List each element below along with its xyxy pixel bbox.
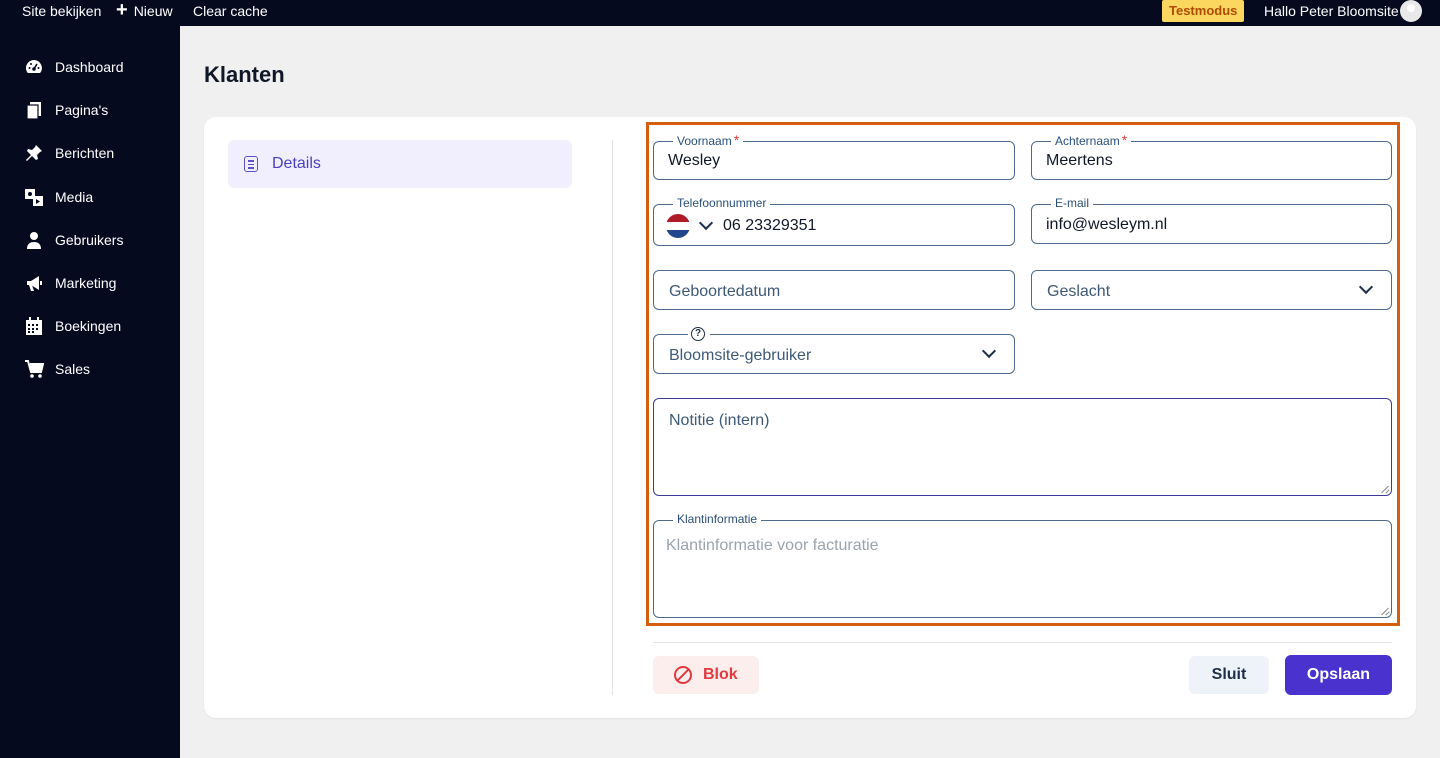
sidebar-item-label: Dashboard bbox=[55, 59, 124, 75]
sidebar-item-posts[interactable]: Berichten bbox=[0, 135, 180, 171]
block-icon bbox=[674, 666, 692, 684]
megaphone-icon bbox=[27, 276, 42, 291]
avatar[interactable] bbox=[1400, 0, 1422, 22]
view-site-link[interactable]: Site bekijken bbox=[22, 0, 101, 26]
sidebar-item-label: Media bbox=[55, 189, 94, 205]
sidebar-item-label: Boekingen bbox=[55, 318, 122, 334]
clear-cache-link[interactable]: Clear cache bbox=[193, 0, 268, 26]
admin-topbar: Site bekijken + Nieuw Clear cache Testmod… bbox=[0, 0, 1440, 26]
dashboard-icon bbox=[26, 60, 42, 73]
document-icon bbox=[244, 156, 258, 172]
form-divider bbox=[653, 642, 1392, 643]
media-icon bbox=[25, 189, 43, 206]
save-button[interactable]: Opslaan bbox=[1285, 655, 1392, 695]
close-button[interactable]: Sluit bbox=[1189, 656, 1269, 694]
sidebar-item-bookings[interactable]: Boekingen bbox=[0, 308, 180, 344]
sidebar-item-dashboard[interactable]: Dashboard bbox=[0, 49, 180, 85]
sidebar: Dashboard Pagina's Berichten Media Gebru… bbox=[0, 26, 180, 758]
sidebar-item-label: Gebruikers bbox=[55, 232, 124, 248]
sidebar-item-label: Sales bbox=[55, 361, 91, 377]
new-label: Nieuw bbox=[133, 3, 173, 19]
testmode-badge: Testmodus bbox=[1162, 0, 1245, 22]
pages-icon bbox=[26, 102, 41, 120]
sidebar-item-marketing[interactable]: Marketing bbox=[0, 265, 180, 301]
sidebar-item-label: Berichten bbox=[55, 145, 115, 161]
user-greeting[interactable]: Hallo Peter Bloomsite bbox=[1264, 0, 1399, 26]
block-label: Blok bbox=[703, 666, 738, 683]
sidebar-item-users[interactable]: Gebruikers bbox=[0, 222, 180, 258]
sidebar-item-sales[interactable]: Sales bbox=[0, 351, 180, 387]
form-highlight-box bbox=[646, 122, 1400, 626]
calendar-icon bbox=[26, 317, 42, 335]
cart-icon bbox=[25, 360, 44, 378]
sidebar-item-label: Pagina's bbox=[55, 102, 109, 118]
tab-label: Details bbox=[272, 155, 321, 172]
tab-details[interactable]: Details bbox=[228, 140, 572, 188]
divider bbox=[612, 140, 613, 695]
block-button[interactable]: Blok bbox=[653, 656, 759, 694]
sidebar-item-pages[interactable]: Pagina's bbox=[0, 92, 180, 128]
user-icon bbox=[27, 232, 41, 249]
sidebar-item-label: Marketing bbox=[55, 275, 117, 291]
page-title: Klanten bbox=[204, 62, 285, 87]
sidebar-item-media[interactable]: Media bbox=[0, 179, 180, 215]
new-menu[interactable]: + Nieuw bbox=[116, 0, 173, 26]
plus-icon: + bbox=[116, 0, 128, 21]
pin-icon bbox=[26, 145, 42, 161]
